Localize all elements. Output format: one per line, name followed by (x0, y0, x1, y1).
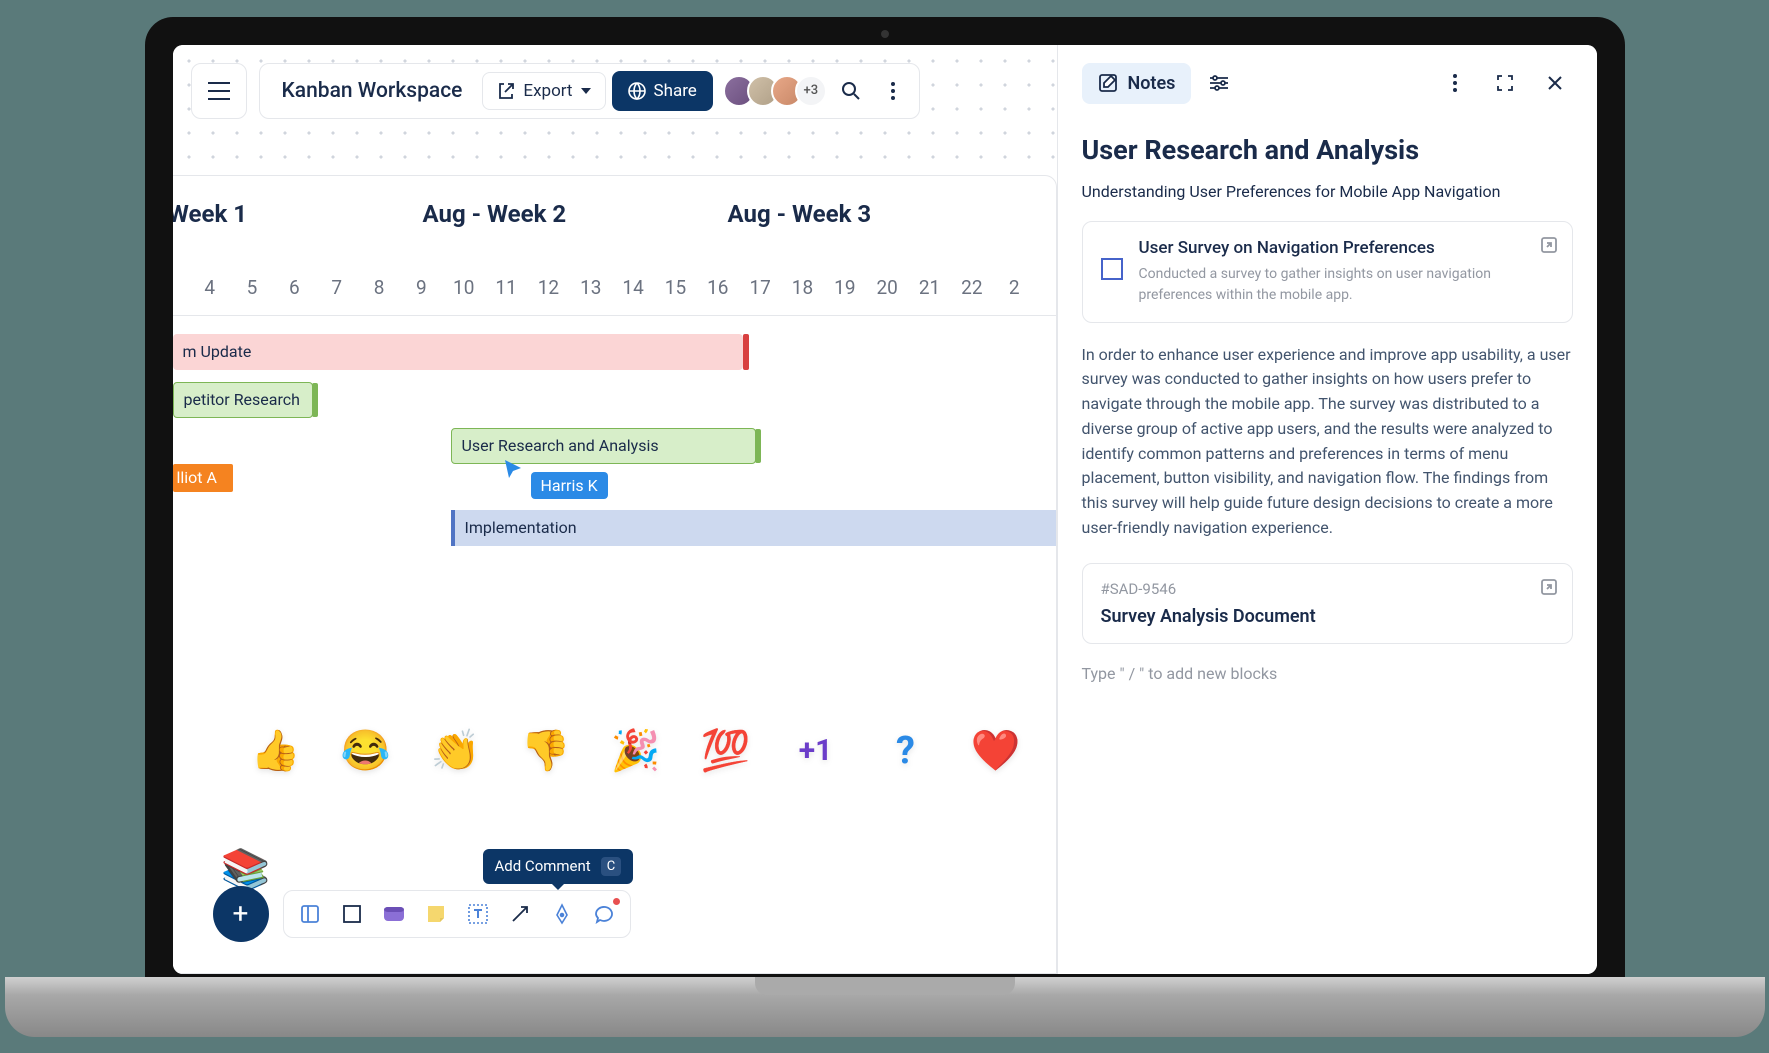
day-label: 19 (824, 276, 866, 299)
whiteboard-canvas[interactable]: Kanban Workspace Export Share (173, 45, 1057, 974)
task-bar-competitor[interactable]: petitor Research (173, 382, 313, 418)
day-label: 15 (654, 276, 696, 299)
resize-handle[interactable] (743, 334, 749, 370)
day-label: 14 (612, 276, 654, 299)
panel-tool[interactable] (292, 896, 328, 932)
heart-reaction[interactable]: ❤️ (973, 728, 1019, 774)
day-label: 11 (485, 276, 527, 299)
joy-reaction[interactable]: 😂 (343, 728, 389, 774)
panel-more-button[interactable] (1437, 65, 1473, 101)
close-panel-button[interactable] (1537, 65, 1573, 101)
tooltip: Add Comment C (483, 849, 634, 884)
day-label: 13 (570, 276, 612, 299)
export-label: Export (523, 81, 572, 101)
collaborator-cursor: Harris K (503, 458, 608, 499)
add-button[interactable]: + (213, 886, 269, 942)
week-header: Aug - Week 2 (423, 200, 728, 228)
thumbs-down-reaction[interactable]: 👎 (523, 728, 569, 774)
fullscreen-button[interactable] (1487, 65, 1523, 101)
week-header: Aug - Week 3 (728, 200, 1033, 228)
share-label: Share (654, 81, 697, 101)
task-bar-implementation[interactable]: Implementation (451, 510, 1056, 546)
panel-title: User Research and Analysis (1082, 134, 1573, 166)
expand-icon[interactable] (1540, 236, 1558, 258)
export-button[interactable]: Export (482, 72, 605, 110)
cursor-icon (503, 458, 523, 482)
task-label: petitor Research (184, 390, 300, 409)
document-card[interactable]: #SAD-9546 Survey Analysis Document (1082, 563, 1573, 644)
day-label: 10 (443, 276, 485, 299)
resize-handle[interactable] (755, 429, 761, 463)
day-label: 5 (231, 276, 273, 299)
new-block-placeholder[interactable]: Type " / " to add new blocks (1082, 664, 1573, 683)
task-label: User Research and Analysis (462, 436, 659, 455)
share-button[interactable]: Share (612, 71, 713, 111)
pen-tool[interactable] (544, 896, 580, 932)
survey-card[interactable]: User Survey on Navigation Preferences Co… (1082, 221, 1573, 323)
question-reaction[interactable]: ? (883, 728, 929, 774)
document-id: #SAD-9546 (1101, 580, 1554, 598)
sticky-note-tool[interactable] (418, 896, 454, 932)
task-label: Implementation (465, 518, 577, 537)
panel-subtitle: Understanding User Preferences for Mobil… (1082, 182, 1573, 201)
notes-label: Notes (1128, 73, 1176, 94)
day-label: 9 (400, 276, 442, 299)
expand-icon[interactable] (1540, 578, 1558, 600)
cursor-user-label: Harris K (531, 472, 608, 499)
rectangle-tool[interactable] (334, 896, 370, 932)
menu-button[interactable] (191, 63, 247, 119)
day-label: 21 (908, 276, 950, 299)
settings-button[interactable] (1201, 65, 1237, 101)
day-label: 8 (358, 276, 400, 299)
day-label: 22 (951, 276, 993, 299)
party-reaction[interactable]: 🎉 (613, 728, 659, 774)
day-label: 17 (739, 276, 781, 299)
day-label: 7 (316, 276, 358, 299)
document-title: Survey Analysis Document (1101, 606, 1554, 627)
edit-icon (1098, 73, 1118, 93)
thumbs-up-reaction[interactable]: 👍 (253, 728, 299, 774)
search-button[interactable] (833, 73, 869, 109)
plus-one-reaction[interactable]: +1 (793, 728, 839, 774)
task-bar-elliot[interactable]: lliot A (173, 464, 233, 492)
comment-tool[interactable] (586, 896, 622, 932)
hundred-reaction[interactable]: 💯 (703, 728, 749, 774)
workspace-title[interactable]: Kanban Workspace (268, 79, 477, 103)
clap-reaction[interactable]: 👏 (433, 728, 479, 774)
day-label: 2 (993, 276, 1035, 299)
day-label: 16 (697, 276, 739, 299)
card-description: Conducted a survey to gather insights on… (1139, 264, 1554, 306)
tooltip-label: Add Comment (495, 857, 591, 875)
resize-handle[interactable] (312, 383, 318, 417)
card-title: User Survey on Navigation Preferences (1139, 238, 1554, 258)
notes-panel: Notes User Research and Analysis Underst… (1057, 45, 1597, 974)
notes-tab[interactable]: Notes (1082, 63, 1192, 104)
arrow-tool[interactable] (502, 896, 538, 932)
day-label: 18 (781, 276, 823, 299)
day-label: 12 (527, 276, 569, 299)
day-label: 6 (273, 276, 315, 299)
task-label: m Update (183, 342, 252, 361)
checkbox[interactable] (1101, 258, 1123, 280)
note-pink-tool[interactable] (376, 896, 412, 932)
tooltip-shortcut: C (601, 857, 621, 876)
day-label: 4 (189, 276, 231, 299)
task-label: lliot A (177, 468, 217, 487)
collaborator-avatars[interactable]: +3 (723, 75, 827, 107)
day-label: 20 (866, 276, 908, 299)
avatar-more[interactable]: +3 (795, 75, 827, 107)
notification-dot (613, 898, 620, 905)
week-header: - Week 1 (173, 200, 423, 228)
text-tool[interactable] (460, 896, 496, 932)
reaction-row: 👍 😂 👏 👎 🎉 💯 +1 ? ❤️ 🔥 (253, 728, 1057, 774)
panel-body: In order to enhance user experience and … (1082, 343, 1573, 541)
task-bar-update[interactable]: m Update (173, 334, 743, 370)
more-options-button[interactable] (875, 73, 911, 109)
